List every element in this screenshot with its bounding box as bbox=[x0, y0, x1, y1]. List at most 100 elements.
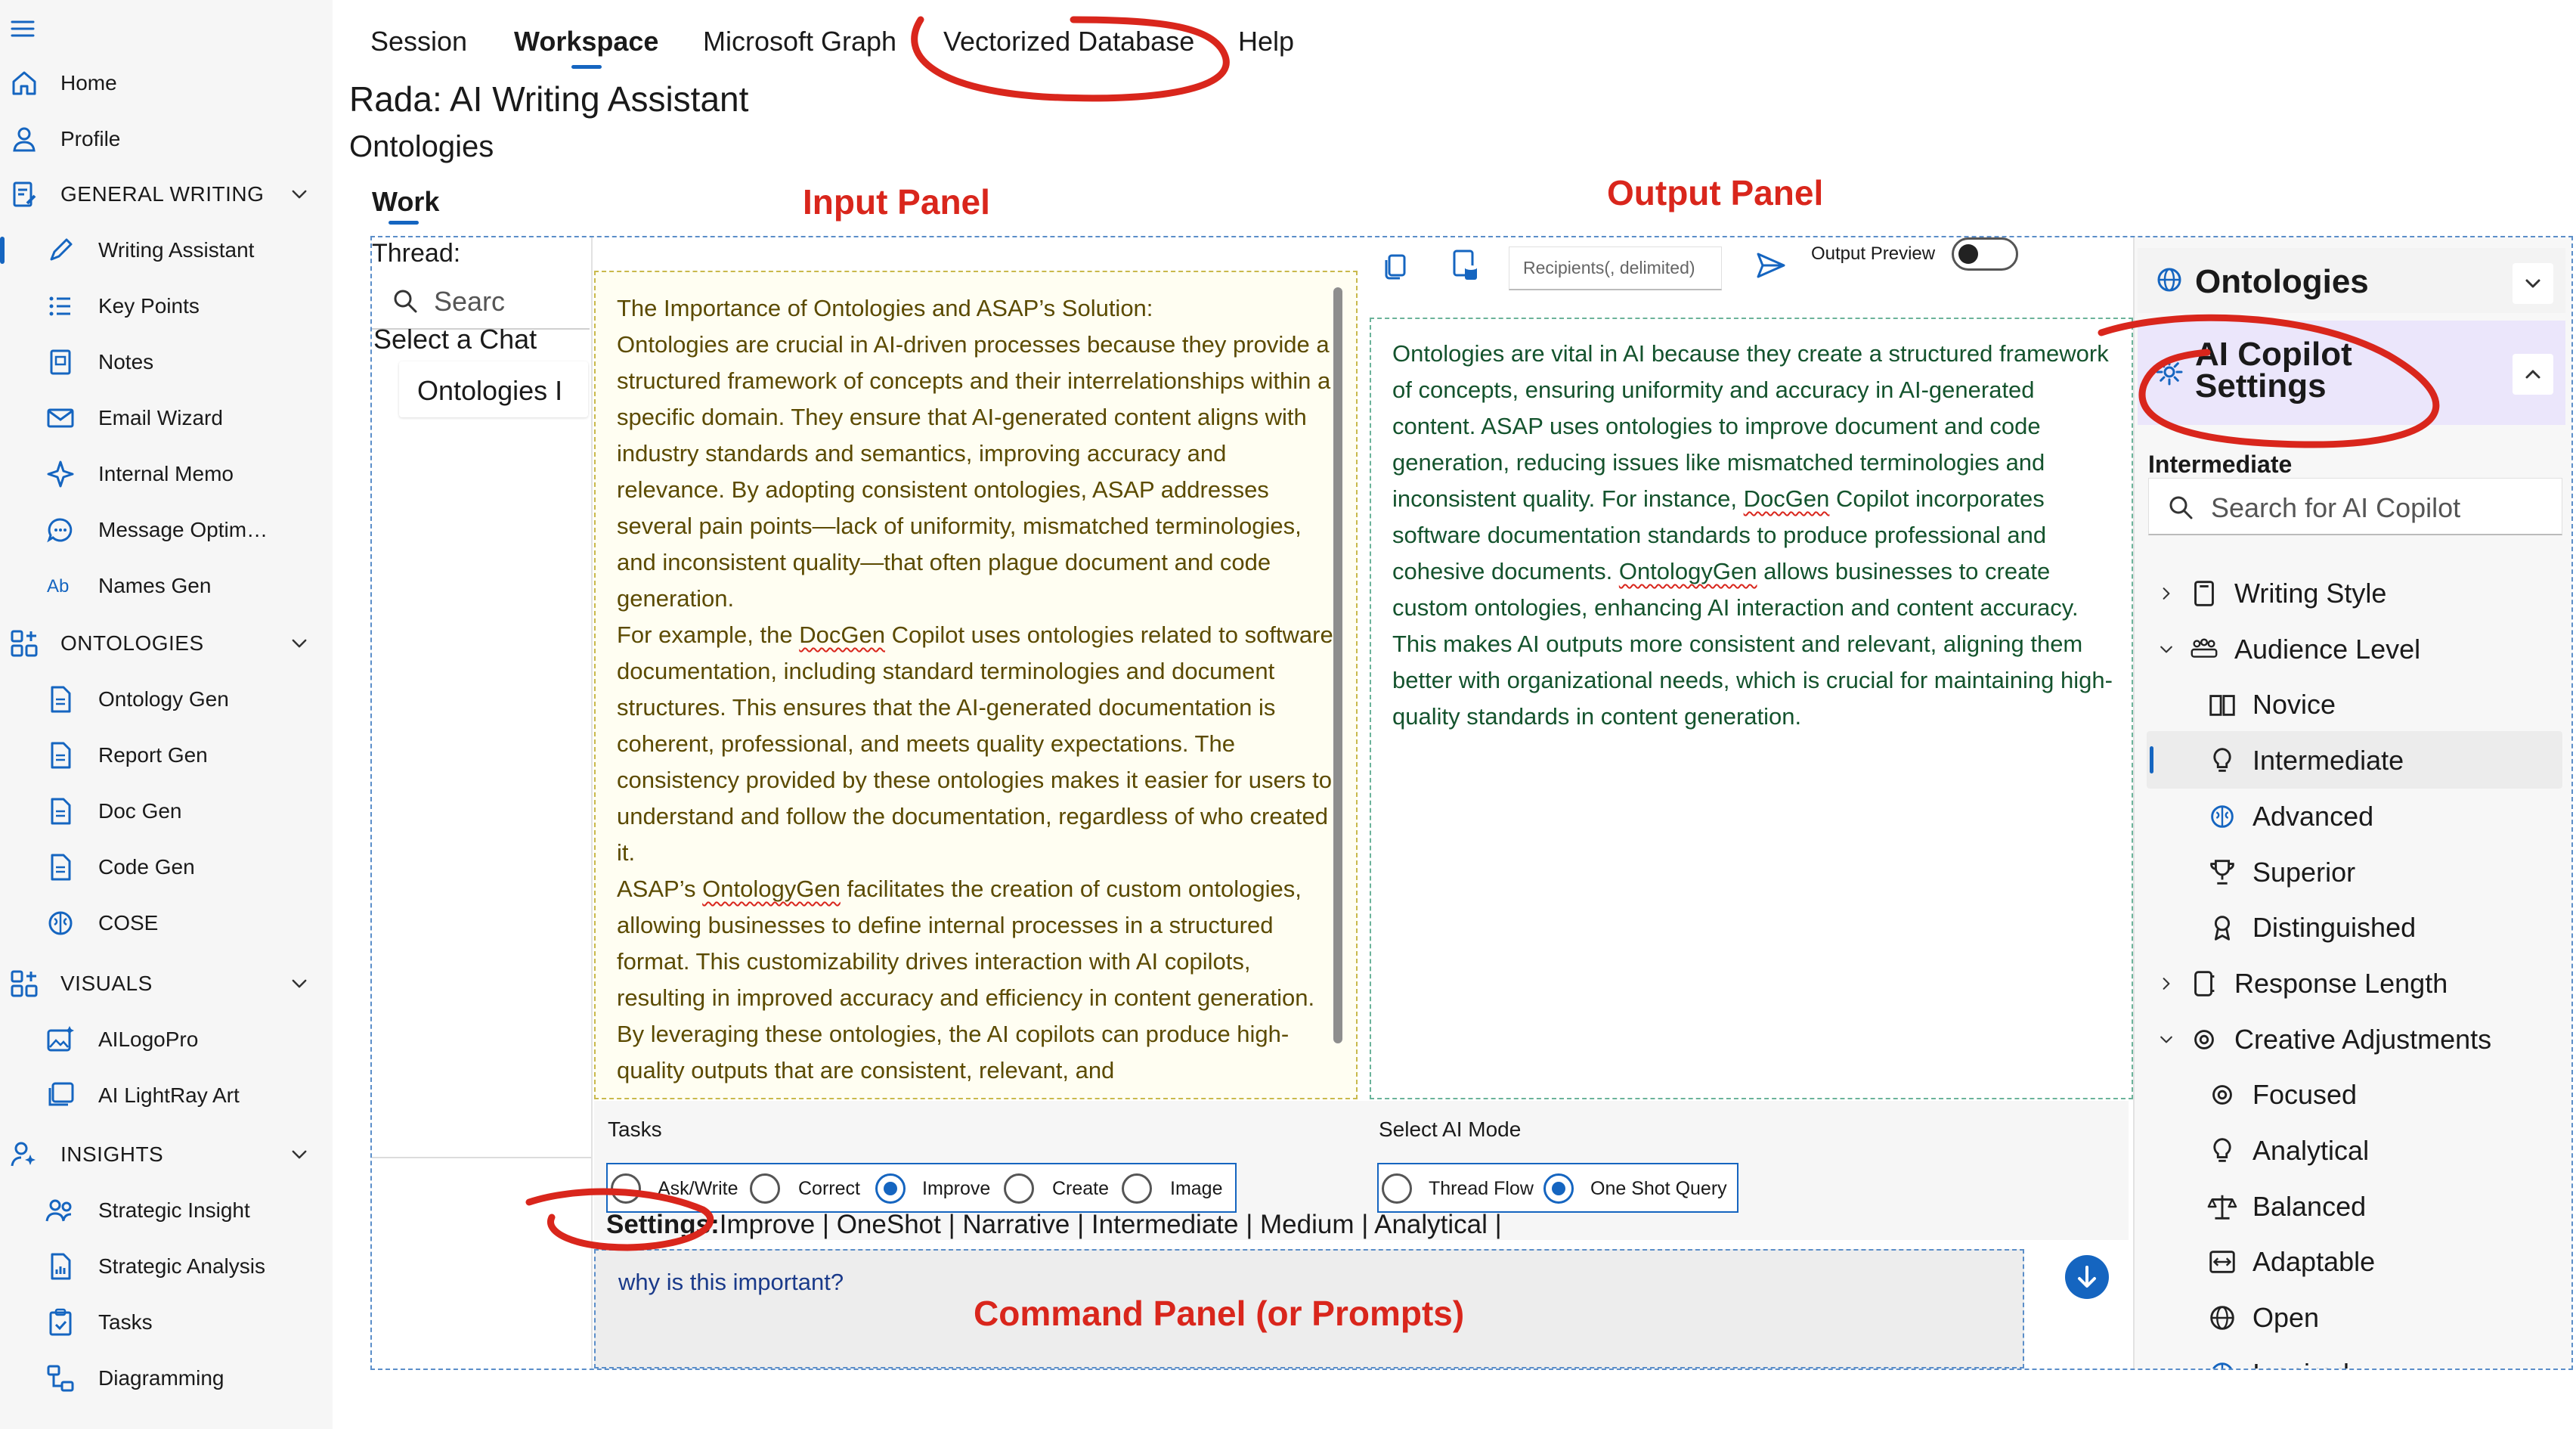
hamburger-icon[interactable] bbox=[8, 14, 38, 44]
input-panel-annotation: Input Panel bbox=[803, 182, 990, 222]
thread-search[interactable]: Searc bbox=[372, 272, 590, 330]
copilot-search[interactable]: Search for AI Copilot bbox=[2148, 478, 2562, 535]
nav-item-message-optim-[interactable]: Message Optim… bbox=[0, 503, 333, 557]
copilot-search-input[interactable]: Search for AI Copilot bbox=[2211, 492, 2460, 524]
chevron-up-icon[interactable] bbox=[2513, 354, 2553, 395]
tree-item-intermediate[interactable]: Intermediate bbox=[2183, 734, 2404, 787]
save-to-database-icon[interactable] bbox=[1447, 246, 1485, 284]
tree-item-advanced[interactable]: Advanced bbox=[2183, 790, 2373, 843]
menu-help[interactable]: Help bbox=[1238, 26, 1294, 57]
nav-item-label: Notes bbox=[98, 350, 154, 374]
chevron-down-icon[interactable] bbox=[286, 630, 313, 657]
nav-item-writing-assistant[interactable]: Writing Assistant bbox=[0, 223, 333, 277]
tree-item-creative-adjustments[interactable]: Creative Adjustments bbox=[2151, 1013, 2491, 1066]
nav-section-insights[interactable]: INSIGHTS bbox=[0, 1127, 333, 1182]
task-radio-correct[interactable] bbox=[750, 1173, 780, 1204]
menu-vectorized-database[interactable]: Vectorized Database bbox=[943, 26, 1194, 57]
chevron-down-icon[interactable] bbox=[286, 1141, 313, 1168]
ontologies-accordion-header[interactable]: Ontologies bbox=[2138, 248, 2565, 313]
settings-summary: Settings:Improve | OneShot | Narrative |… bbox=[606, 1210, 1502, 1240]
tasks-label: Tasks bbox=[608, 1117, 662, 1141]
nav-item-key-points[interactable]: Key Points bbox=[0, 279, 333, 333]
nav-item-code-gen[interactable]: Code Gen bbox=[0, 840, 333, 894]
tree-item-balanced[interactable]: Balanced bbox=[2183, 1180, 2366, 1233]
brain-icon bbox=[2206, 800, 2239, 833]
input-scrollbar[interactable] bbox=[1333, 287, 1342, 1043]
chevron-down-icon[interactable] bbox=[2151, 633, 2181, 666]
tree-item-response-length[interactable]: Response Length bbox=[2151, 957, 2448, 1010]
tree-item-superior[interactable]: Superior bbox=[2183, 846, 2355, 899]
nav-item-names-gen[interactable]: Ab Names Gen bbox=[0, 559, 333, 613]
page-subtitle: Ontologies bbox=[349, 130, 494, 163]
recipients-input[interactable]: Recipients(, delimited) bbox=[1509, 246, 1722, 290]
tree-item-label: Balanced bbox=[2252, 1190, 2367, 1222]
mode-label-thread-flow: Thread Flow bbox=[1429, 1178, 1534, 1199]
tree-item-analytical[interactable]: Analytical bbox=[2183, 1124, 2369, 1177]
tree-item-novice[interactable]: Novice bbox=[2183, 678, 2336, 731]
nav-item-ailogopro[interactable]: AILogoPro bbox=[0, 1012, 333, 1067]
tab-work[interactable]: Work bbox=[372, 186, 439, 218]
tree-item-adaptable[interactable]: Adaptable bbox=[2183, 1235, 2375, 1288]
tree-item-distinguished[interactable]: Distinguished bbox=[2183, 901, 2416, 954]
chevron-down-icon[interactable] bbox=[286, 181, 313, 208]
tree-item-inspired[interactable]: Inspired bbox=[2183, 1347, 2349, 1369]
input-text[interactable]: The Importance of Ontologies and ASAP’s … bbox=[617, 290, 1335, 1092]
nav-item-doc-gen[interactable]: Doc Gen bbox=[0, 784, 333, 838]
nav-item-label: COSE bbox=[98, 911, 159, 935]
book-open-icon bbox=[2206, 688, 2239, 721]
nav-section-visuals[interactable]: VISUALS bbox=[0, 956, 333, 1011]
nav-item-report-gen[interactable]: Report Gen bbox=[0, 728, 333, 783]
nav-item-ai-lightray-art[interactable]: AI LightRay Art bbox=[0, 1068, 333, 1123]
nav-section-ontologies[interactable]: ONTOLOGIES bbox=[0, 616, 333, 671]
chevron-down-icon[interactable] bbox=[286, 970, 313, 997]
menu-session[interactable]: Session bbox=[370, 26, 467, 57]
nav-item-strategic-analysis[interactable]: Strategic Analysis bbox=[0, 1239, 333, 1294]
mode-radio-one-shot-query[interactable] bbox=[1543, 1173, 1574, 1204]
nav-item-strategic-insight[interactable]: Strategic Insight bbox=[0, 1183, 333, 1238]
nav-item-label: Strategic Analysis bbox=[98, 1254, 265, 1278]
task-label-correct: Correct bbox=[798, 1178, 860, 1199]
tree-item-writing-style[interactable]: Writing Style bbox=[2151, 567, 2386, 620]
nav-item-notes[interactable]: Notes bbox=[0, 335, 333, 389]
nav-item-home[interactable]: Home bbox=[0, 56, 333, 110]
copy-icon[interactable] bbox=[1380, 250, 1413, 283]
book-icon bbox=[2187, 577, 2221, 610]
nav-item-tasks[interactable]: Tasks bbox=[0, 1295, 333, 1350]
chevron-right-icon[interactable] bbox=[2151, 967, 2181, 1000]
chevron-right-icon[interactable] bbox=[2151, 577, 2181, 610]
output-preview-toggle[interactable] bbox=[1952, 237, 2018, 271]
menu-workspace[interactable]: Workspace bbox=[514, 26, 658, 57]
ribbon-icon bbox=[2206, 911, 2239, 944]
task-radio-improve[interactable] bbox=[875, 1173, 906, 1204]
nav-section-general-writing[interactable]: GENERAL WRITING bbox=[0, 167, 333, 222]
task-radio-ask-write[interactable] bbox=[611, 1173, 641, 1204]
command-input[interactable]: why is this important? bbox=[618, 1269, 844, 1296]
nav-item-ontology-gen[interactable]: Ontology Gen bbox=[0, 672, 333, 727]
nav-item-internal-memo[interactable]: Internal Memo bbox=[0, 447, 333, 501]
send-icon[interactable] bbox=[1752, 246, 1790, 284]
submit-button[interactable] bbox=[2065, 1255, 2109, 1299]
svg-text:Ab: Ab bbox=[47, 576, 69, 597]
copilot-settings-accordion-header[interactable]: AI Copilot Settings bbox=[2138, 321, 2565, 425]
tree-item-audience-level[interactable]: Audience Level bbox=[2151, 623, 2420, 676]
tree-item-focused[interactable]: Focused bbox=[2183, 1068, 2357, 1121]
chevron-down-icon[interactable] bbox=[2151, 1023, 2181, 1056]
task-radio-create[interactable] bbox=[1004, 1173, 1034, 1204]
task-radio-image[interactable] bbox=[1122, 1173, 1152, 1204]
thread-search-input[interactable]: Searc bbox=[434, 286, 505, 318]
menu-microsoft-graph[interactable]: Microsoft Graph bbox=[703, 26, 896, 57]
nav-item-diagramming[interactable]: Diagramming bbox=[0, 1351, 333, 1406]
nav-item-profile[interactable]: Profile bbox=[0, 112, 333, 166]
tree-item-open[interactable]: Open bbox=[2183, 1291, 2319, 1344]
chat-list-item[interactable]: Ontologies I bbox=[399, 361, 588, 417]
output-panel[interactable]: Ontologies are vital in AI because they … bbox=[1370, 318, 2133, 1099]
input-panel[interactable]: The Importance of Ontologies and ASAP’s … bbox=[594, 271, 1358, 1099]
nav-item-label: Internal Memo bbox=[98, 462, 234, 485]
mode-radio-thread-flow[interactable] bbox=[1382, 1173, 1412, 1204]
nav-item-email-wizard[interactable]: Email Wizard bbox=[0, 391, 333, 445]
document-chart-icon bbox=[44, 1250, 77, 1283]
nav-item-cose[interactable]: COSE bbox=[0, 896, 333, 950]
chevron-down-icon[interactable] bbox=[2513, 263, 2553, 304]
apps-add-icon bbox=[8, 627, 41, 660]
menu-active-indicator bbox=[571, 65, 602, 69]
